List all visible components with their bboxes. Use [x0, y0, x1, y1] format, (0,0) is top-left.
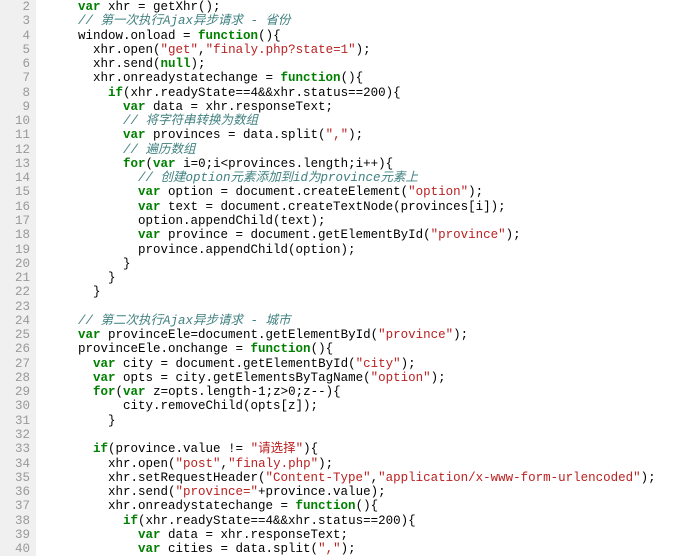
code-line: xhr.onreadystatechange = function(){ [48, 71, 656, 85]
code-area: var xhr = getXhr(); // 第一次执行Ajax异步请求 - 省… [36, 0, 656, 556]
line-number: 30 [0, 399, 30, 413]
code-line: var provinces = data.split(","); [48, 128, 656, 142]
code-line: // 将字符串转换为数组 [48, 114, 656, 128]
line-number: 35 [0, 471, 30, 485]
code-line: city.removeChild(opts[z]); [48, 399, 656, 413]
line-number: 5 [0, 43, 30, 57]
code-line: var option = document.createElement("opt… [48, 185, 656, 199]
code-line: } [48, 271, 656, 285]
code-line: // 第一次执行Ajax异步请求 - 省份 [48, 14, 656, 28]
code-line: // 遍历数组 [48, 143, 656, 157]
line-number: 29 [0, 385, 30, 399]
line-number: 11 [0, 128, 30, 142]
code-line: province.appendChild(option); [48, 243, 656, 257]
code-line: } [48, 414, 656, 428]
code-line: xhr.open("get","finaly.php?state=1"); [48, 43, 656, 57]
code-line: // 创建option元素添加到id为province元素上 [48, 171, 656, 185]
line-number: 37 [0, 499, 30, 513]
code-line: if(xhr.readyState==4&&xhr.status==200){ [48, 86, 656, 100]
line-number: 3 [0, 14, 30, 28]
code-line: if(xhr.readyState==4&&xhr.status==200){ [48, 514, 656, 528]
code-line: xhr.onreadystatechange = function(){ [48, 499, 656, 513]
line-number: 40 [0, 542, 30, 556]
line-number: 23 [0, 300, 30, 314]
line-number: 15 [0, 185, 30, 199]
code-line: var text = document.createTextNode(provi… [48, 200, 656, 214]
code-line: var xhr = getXhr(); [48, 0, 656, 14]
code-line: window.onload = function(){ [48, 29, 656, 43]
line-number: 7 [0, 71, 30, 85]
line-number: 9 [0, 100, 30, 114]
line-number: 24 [0, 314, 30, 328]
line-number: 8 [0, 86, 30, 100]
line-number: 36 [0, 485, 30, 499]
code-line: xhr.open("post","finaly.php"); [48, 457, 656, 471]
code-line: var data = xhr.responseText; [48, 528, 656, 542]
code-line: xhr.send("province="+province.value); [48, 485, 656, 499]
line-number: 31 [0, 414, 30, 428]
line-number: 39 [0, 528, 30, 542]
code-line: option.appendChild(text); [48, 214, 656, 228]
line-number: 28 [0, 371, 30, 385]
line-number: 17 [0, 214, 30, 228]
line-number: 6 [0, 57, 30, 71]
code-line: // 第二次执行Ajax异步请求 - 城市 [48, 314, 656, 328]
code-line: for(var i=0;i<provinces.length;i++){ [48, 157, 656, 171]
line-number: 38 [0, 514, 30, 528]
code-line: } [48, 257, 656, 271]
line-number: 10 [0, 114, 30, 128]
code-line: var opts = city.getElementsByTagName("op… [48, 371, 656, 385]
code-line [48, 300, 656, 314]
line-number: 19 [0, 243, 30, 257]
code-line: } [48, 285, 656, 299]
code-line: var city = document.getElementById("city… [48, 357, 656, 371]
code-line: var province = document.getElementById("… [48, 228, 656, 242]
code-line: provinceEle.onchange = function(){ [48, 342, 656, 356]
line-number: 26 [0, 342, 30, 356]
line-number: 4 [0, 29, 30, 43]
line-number: 32 [0, 428, 30, 442]
line-number: 33 [0, 442, 30, 456]
line-number: 22 [0, 285, 30, 299]
line-number: 25 [0, 328, 30, 342]
line-number: 14 [0, 171, 30, 185]
code-line: var cities = data.split(","); [48, 542, 656, 556]
line-number: 27 [0, 357, 30, 371]
line-number: 2 [0, 0, 30, 14]
line-number: 20 [0, 257, 30, 271]
code-line: var data = xhr.responseText; [48, 100, 656, 114]
line-number: 12 [0, 143, 30, 157]
code-line: xhr.setRequestHeader("Content-Type","app… [48, 471, 656, 485]
line-number: 16 [0, 200, 30, 214]
line-number-gutter: 2345678910111213141516171819202122232425… [0, 0, 36, 556]
line-number: 13 [0, 157, 30, 171]
code-line: var provinceEle=document.getElementById(… [48, 328, 656, 342]
line-number: 18 [0, 228, 30, 242]
code-line [48, 428, 656, 442]
line-number: 21 [0, 271, 30, 285]
line-number: 34 [0, 457, 30, 471]
code-line: for(var z=opts.length-1;z>0;z--){ [48, 385, 656, 399]
code-line: xhr.send(null); [48, 57, 656, 71]
code-line: if(province.value != "请选择"){ [48, 442, 656, 456]
